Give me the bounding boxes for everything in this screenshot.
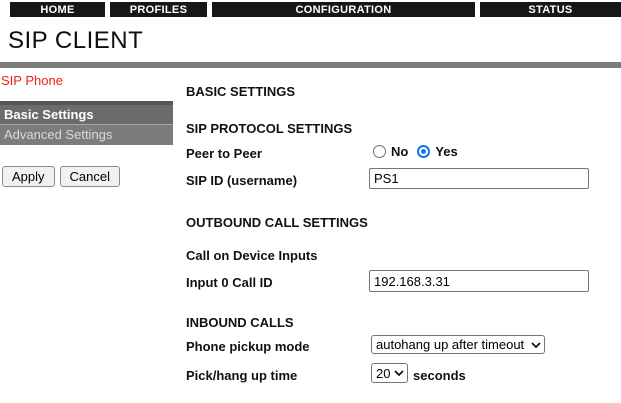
- sidebar-section-sip-phone[interactable]: SIP Phone: [1, 73, 63, 88]
- phone-pickup-mode-value: autohang up after timeout: [376, 337, 524, 352]
- peer-to-peer-yes-label[interactable]: Yes: [435, 144, 457, 159]
- peer-to-peer-label: Peer to Peer: [186, 146, 262, 161]
- sidebar-item-advanced-settings[interactable]: Advanced Settings: [0, 125, 173, 145]
- phone-pickup-mode-label: Phone pickup mode: [186, 339, 310, 354]
- peer-to-peer-no-label[interactable]: No: [391, 144, 408, 159]
- inbound-calls-heading: INBOUND CALLS: [186, 315, 294, 330]
- nav-item-home[interactable]: HOME: [10, 2, 105, 17]
- sip-id-label: SIP ID (username): [186, 173, 297, 188]
- sidebar-item-basic-settings[interactable]: Basic Settings: [0, 105, 173, 125]
- nav-item-status[interactable]: STATUS: [480, 2, 621, 17]
- pick-hang-up-time-select[interactable]: 20: [371, 363, 408, 383]
- sip-id-input[interactable]: [369, 168, 589, 189]
- call-on-device-inputs-label: Call on Device Inputs: [186, 248, 317, 263]
- page-title: SIP CLIENT: [8, 27, 143, 55]
- chevron-down-icon: [394, 370, 404, 376]
- input0-call-id-label: Input 0 Call ID: [186, 275, 273, 290]
- pick-hang-up-time-value: 20: [376, 366, 390, 381]
- chevron-down-icon: [531, 342, 541, 348]
- input0-call-id-input[interactable]: [369, 270, 589, 292]
- sip-client-page: HOME PROFILES CONFIGURATION STATUS SIP C…: [0, 0, 621, 403]
- apply-button[interactable]: Apply: [2, 166, 55, 187]
- sip-protocol-settings-heading: SIP PROTOCOL SETTINGS: [186, 121, 352, 136]
- header-divider: [0, 62, 621, 68]
- seconds-suffix-label: seconds: [413, 368, 466, 383]
- top-nav: HOME PROFILES CONFIGURATION STATUS: [10, 2, 621, 17]
- peer-to-peer-no-radio[interactable]: [373, 145, 386, 158]
- outbound-call-settings-heading: OUTBOUND CALL SETTINGS: [186, 215, 368, 230]
- pick-hang-up-time-label: Pick/hang up time: [186, 368, 297, 383]
- nav-item-profiles[interactable]: PROFILES: [110, 2, 207, 17]
- peer-to-peer-radio-group: No Yes: [373, 144, 458, 159]
- phone-pickup-mode-select[interactable]: autohang up after timeout: [371, 335, 545, 354]
- sidebar-actions: Apply Cancel: [2, 166, 120, 187]
- nav-item-configuration[interactable]: CONFIGURATION: [212, 2, 475, 17]
- peer-to-peer-yes-radio[interactable]: [417, 145, 430, 158]
- cancel-button[interactable]: Cancel: [60, 166, 120, 187]
- sidebar-menu: Basic Settings Advanced Settings: [0, 101, 173, 145]
- basic-settings-heading: BASIC SETTINGS: [186, 84, 295, 99]
